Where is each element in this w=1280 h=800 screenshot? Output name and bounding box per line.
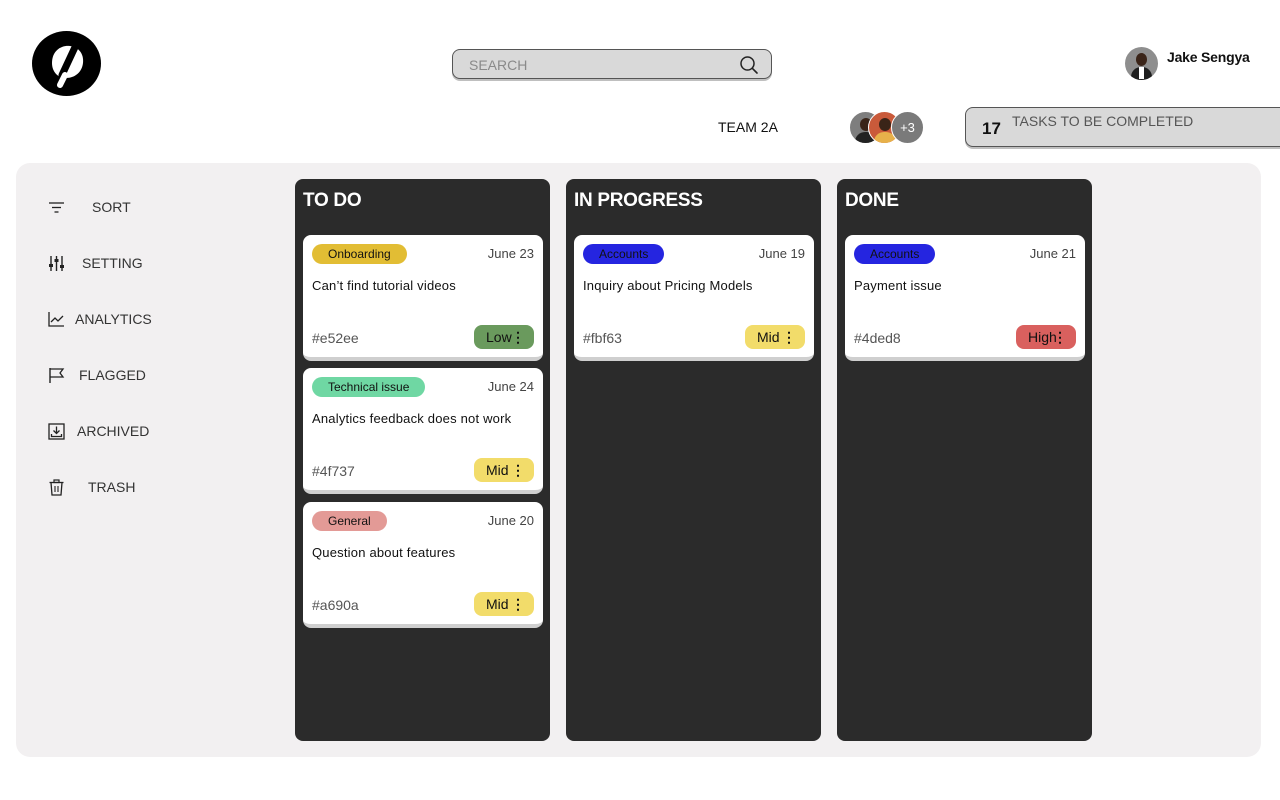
priority-label: Mid: [757, 329, 780, 345]
search-bar[interactable]: [452, 49, 772, 79]
task-card[interactable]: Technical issue June 24 Analytics feedba…: [303, 368, 543, 494]
card-date: June 24: [487, 379, 534, 394]
menu-label: TRASH: [88, 479, 136, 495]
app-logo[interactable]: [32, 31, 101, 96]
card-date: June 19: [758, 246, 805, 261]
tasks-label: TASKS TO BE COMPLETED: [1012, 113, 1194, 129]
priority-label: Low: [486, 329, 512, 345]
menu-item-archived[interactable]: ARCHIVED: [32, 417, 222, 445]
archive-download-icon: [48, 423, 65, 440]
priority-badge[interactable]: Mid ⋮: [474, 458, 534, 482]
task-card[interactable]: Onboarding June 23 Can’t find tutorial v…: [303, 235, 543, 361]
category-tag[interactable]: Accounts: [583, 244, 665, 264]
card-id: #4f737: [312, 463, 355, 479]
category-tag[interactable]: Onboarding: [312, 244, 407, 264]
category-tag[interactable]: Technical issue: [312, 377, 426, 397]
priority-badge[interactable]: Mid ⋮: [745, 325, 805, 349]
priority-badge[interactable]: High ⋮: [1016, 325, 1076, 349]
column-title: DONE: [845, 190, 899, 211]
card-title: Inquiry about Pricing Models: [583, 278, 753, 293]
user-name: Jake Sengya: [1167, 48, 1250, 65]
more-options-icon[interactable]: ⋮: [511, 458, 525, 482]
column-done: DONE Accounts June 21 Payment issue #4de…: [837, 179, 1092, 741]
priority-badge[interactable]: Low ⋮: [474, 325, 534, 349]
menu-item-sort[interactable]: SORT: [32, 193, 222, 221]
more-options-icon[interactable]: ⋮: [782, 325, 796, 349]
card-id: #a690a: [312, 597, 359, 613]
flag-icon: [49, 368, 65, 383]
search-icon[interactable]: [739, 55, 759, 75]
team-more-count[interactable]: +3: [891, 111, 924, 144]
user-profile[interactable]: Jake Sengya: [1125, 47, 1250, 80]
card-id: #e52ee: [312, 330, 359, 346]
menu-label: ANALYTICS: [75, 311, 152, 327]
category-tag[interactable]: General: [312, 511, 387, 531]
tasks-count: 17: [982, 119, 1001, 138]
team-label: TEAM 2A: [718, 119, 778, 135]
sort-icon: [49, 202, 64, 213]
card-title: Payment issue: [854, 278, 942, 293]
more-options-icon[interactable]: ⋮: [511, 325, 525, 349]
menu-item-trash[interactable]: TRASH: [32, 473, 222, 501]
logo-mark-icon: [52, 41, 84, 88]
more-options-icon[interactable]: ⋮: [1053, 325, 1067, 349]
user-avatar[interactable]: [1125, 47, 1158, 80]
menu-item-setting[interactable]: SETTING: [32, 249, 222, 277]
card-date: June 21: [1029, 246, 1076, 261]
menu-label: SORT: [92, 199, 131, 215]
column-title: IN PROGRESS: [574, 190, 703, 211]
priority-label: Mid: [486, 596, 509, 612]
priority-label: Mid: [486, 462, 509, 478]
card-title: Can’t find tutorial videos: [312, 278, 456, 293]
sliders-icon: [49, 256, 64, 271]
column-todo: TO DO Onboarding June 23 Can’t find tuto…: [295, 179, 550, 741]
search-input[interactable]: [469, 54, 729, 76]
priority-badge[interactable]: Mid ⋮: [474, 592, 534, 616]
category-tag[interactable]: Accounts: [854, 244, 936, 264]
tasks-summary: 17 TASKS TO BE COMPLETED: [965, 107, 1280, 147]
task-card[interactable]: General June 20 Question about features …: [303, 502, 543, 628]
menu-label: FLAGGED: [79, 367, 146, 383]
line-chart-icon: [48, 312, 64, 327]
team-avatars[interactable]: +3: [849, 111, 929, 144]
column-title: TO DO: [303, 190, 362, 211]
card-date: June 20: [487, 513, 534, 528]
menu-item-flagged[interactable]: FLAGGED: [32, 361, 222, 389]
card-title: Analytics feedback does not work: [312, 411, 512, 426]
card-title: Question about features: [312, 545, 456, 560]
column-in-progress: IN PROGRESS Accounts June 19 Inquiry abo…: [566, 179, 821, 741]
menu-label: ARCHIVED: [77, 423, 150, 439]
task-card[interactable]: Accounts June 21 Payment issue #4ded8 Hi…: [845, 235, 1085, 361]
card-id: #fbf63: [583, 330, 622, 346]
board-panel: SORT SETTING ANALYTICS FLAGGED ARCHIVED …: [16, 163, 1261, 757]
card-date: June 23: [487, 246, 534, 261]
trash-icon: [49, 479, 64, 496]
card-id: #4ded8: [854, 330, 901, 346]
more-options-icon[interactable]: ⋮: [511, 592, 525, 616]
task-card[interactable]: Accounts June 19 Inquiry about Pricing M…: [574, 235, 814, 361]
menu-item-analytics[interactable]: ANALYTICS: [32, 305, 222, 333]
menu-label: SETTING: [82, 255, 143, 271]
